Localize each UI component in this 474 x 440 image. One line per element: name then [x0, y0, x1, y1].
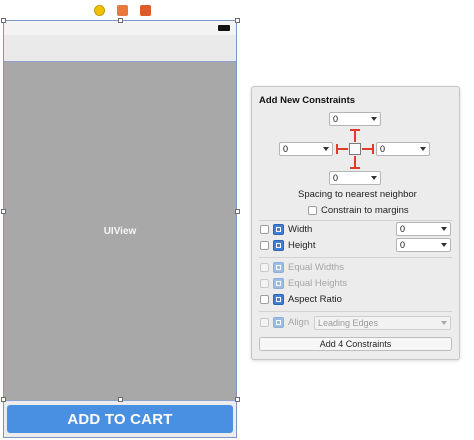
battery-icon: [218, 25, 230, 31]
align-checkbox[interactable]: [260, 318, 269, 327]
uiview[interactable]: UIView: [4, 61, 236, 401]
width-constraint-icon: [273, 224, 284, 235]
right-constraint-cap: [372, 144, 374, 154]
scene-dock: [84, 2, 160, 18]
equal-heights-label: Equal Heights: [288, 278, 348, 289]
align-value: Leading Edges: [318, 318, 379, 328]
divider: [259, 311, 452, 312]
width-value: 0: [400, 224, 406, 234]
resize-handle-top-left[interactable]: [1, 18, 6, 23]
status-bar: [4, 21, 236, 35]
chevron-down-icon: [371, 176, 377, 180]
chevron-down-icon: [323, 147, 329, 151]
resize-handle-top-right[interactable]: [235, 18, 240, 23]
align-icon: [273, 317, 284, 328]
height-value-field[interactable]: 0: [396, 238, 451, 252]
height-checkbox[interactable]: [260, 241, 269, 250]
height-constraint-icon: [273, 240, 284, 251]
align-label: Align: [288, 317, 310, 328]
width-label: Width: [288, 224, 313, 235]
resize-handle-bottom-left[interactable]: [1, 397, 6, 402]
add-constraints-button[interactable]: Add 4 Constraints: [259, 337, 452, 351]
resize-handle-right[interactable]: [235, 209, 240, 214]
resize-handle-bottom-right[interactable]: [235, 397, 240, 402]
top-spacing-value: 0: [333, 114, 339, 124]
resize-handle-left[interactable]: [1, 209, 6, 214]
popover-title: Add New Constraints: [259, 95, 356, 106]
top-constraint-cap: [350, 129, 360, 131]
aspect-ratio-label: Aspect Ratio: [288, 294, 342, 305]
bottom-spacing-value: 0: [333, 173, 339, 183]
constrain-margins-label: Constrain to margins: [321, 205, 409, 216]
bottom-constraint-cap: [350, 167, 360, 169]
uiview-label: UIView: [103, 225, 137, 237]
left-constraint-cap: [336, 144, 338, 154]
align-select[interactable]: Leading Edges: [314, 316, 451, 330]
equal-widths-checkbox[interactable]: [260, 263, 269, 272]
resize-handle-top[interactable]: [118, 18, 123, 23]
view-controller-icon[interactable]: [93, 4, 105, 16]
chevron-down-icon: [441, 243, 447, 247]
add-constraints-popover: Add New Constraints 0 0 0 0 Spacing to n…: [251, 86, 460, 360]
divider: [259, 220, 452, 221]
exit-icon[interactable]: [139, 4, 151, 16]
left-spacing-field[interactable]: 0: [279, 142, 333, 156]
top-spacing-field[interactable]: 0: [329, 112, 381, 126]
constraint-center-box: [349, 143, 361, 155]
aspect-ratio-checkbox[interactable]: [260, 295, 269, 304]
spacing-caption: Spacing to nearest neighbor: [298, 189, 417, 200]
chevron-down-icon: [441, 321, 447, 325]
width-checkbox[interactable]: [260, 225, 269, 234]
constrain-margins-checkbox[interactable]: [308, 206, 317, 215]
navigation-bar[interactable]: [4, 35, 236, 62]
chevron-down-icon: [371, 117, 377, 121]
equal-heights-checkbox[interactable]: [260, 279, 269, 288]
bottom-spacing-field[interactable]: 0: [329, 171, 381, 185]
chevron-down-icon: [420, 147, 426, 151]
right-spacing-field[interactable]: 0: [376, 142, 430, 156]
right-spacing-value: 0: [380, 144, 386, 154]
resize-handle-bottom[interactable]: [118, 397, 123, 402]
add-to-cart-button[interactable]: ADD TO CART: [7, 405, 233, 433]
equal-widths-label: Equal Widths: [288, 262, 344, 273]
width-value-field[interactable]: 0: [396, 222, 451, 236]
aspect-ratio-icon: [273, 294, 284, 305]
divider: [259, 257, 452, 258]
left-spacing-value: 0: [283, 144, 289, 154]
scene-canvas: UIView ADD TO CART: [3, 20, 237, 438]
first-responder-icon[interactable]: [116, 4, 128, 16]
height-label: Height: [288, 240, 316, 251]
equal-heights-icon: [273, 278, 284, 289]
height-value: 0: [400, 240, 406, 250]
equal-widths-icon: [273, 262, 284, 273]
chevron-down-icon: [441, 227, 447, 231]
